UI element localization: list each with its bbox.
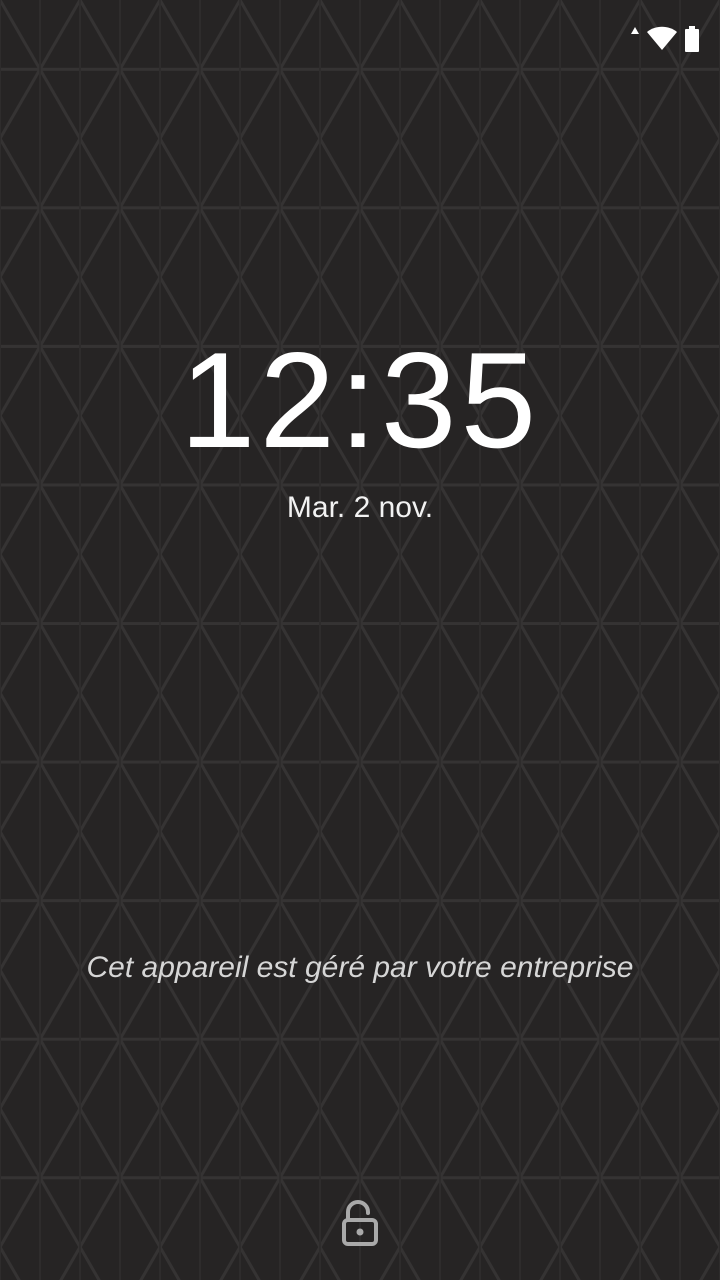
lockscreen-date: Mar. 2 nov. bbox=[286, 491, 434, 524]
battery-icon bbox=[685, 26, 699, 52]
lockscreen-clock: 12:35 bbox=[179, 324, 541, 476]
status-bar bbox=[0, 0, 720, 60]
wifi-icon bbox=[647, 26, 677, 50]
owner-info-message: Cet appareil est géré par votre entrepri… bbox=[86, 951, 634, 984]
status-icons bbox=[630, 26, 700, 52]
wallpaper-pattern bbox=[0, 0, 720, 1280]
lock-open-icon[interactable] bbox=[338, 1200, 382, 1248]
data-activity-icon bbox=[631, 27, 639, 34]
